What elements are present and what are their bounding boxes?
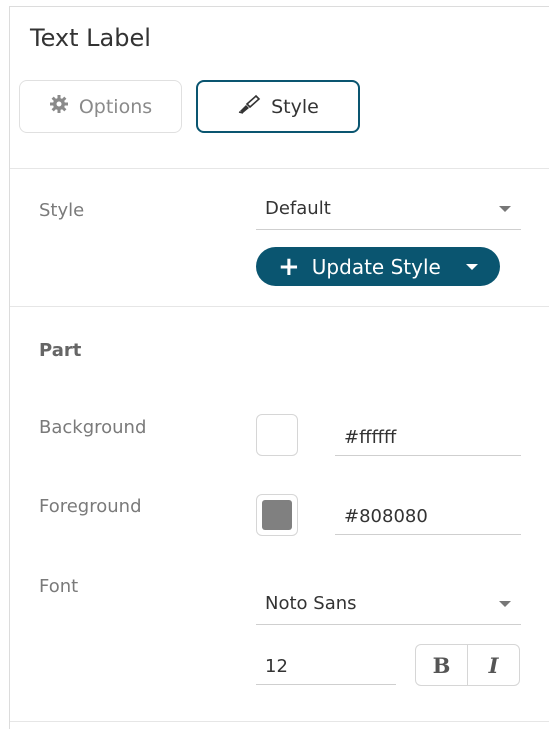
update-style-label: Update Style	[311, 254, 441, 279]
background-label: Background	[39, 417, 147, 438]
font-family-value: Noto Sans	[265, 593, 357, 614]
font-family-select[interactable]: Noto Sans	[256, 587, 521, 625]
style-select[interactable]: Default	[256, 192, 521, 230]
background-color-input[interactable]: #ffffff	[335, 418, 521, 456]
chevron-down-icon[interactable]	[466, 264, 478, 270]
background-color-swatch[interactable]	[256, 414, 298, 456]
part-heading: Part	[39, 340, 82, 361]
divider	[10, 721, 549, 722]
foreground-color-value: #808080	[344, 506, 428, 527]
plus-icon: +	[278, 251, 300, 282]
divider	[10, 306, 549, 307]
bold-toggle[interactable]: B	[416, 645, 468, 685]
properties-panel: Text Label Options Style Style Default +…	[9, 6, 549, 729]
gear-icon	[49, 94, 79, 119]
foreground-color-swatch[interactable]	[256, 494, 298, 536]
tab-options[interactable]: Options	[19, 80, 182, 133]
paint-brush-icon	[237, 94, 271, 119]
foreground-label: Foreground	[39, 496, 142, 517]
swatch-fill	[262, 500, 292, 530]
tab-style[interactable]: Style	[196, 80, 360, 133]
tab-style-label: Style	[271, 95, 319, 118]
chevron-down-icon	[499, 601, 511, 607]
divider	[10, 168, 549, 169]
style-label: Style	[39, 200, 85, 221]
italic-toggle[interactable]: I	[468, 645, 519, 685]
panel-title: Text Label	[30, 24, 151, 52]
font-label: Font	[39, 576, 79, 597]
swatch-fill	[262, 420, 292, 450]
chevron-down-icon	[499, 206, 511, 212]
style-select-value: Default	[265, 198, 331, 219]
foreground-color-input[interactable]: #808080	[335, 497, 521, 535]
tab-options-label: Options	[78, 95, 153, 118]
font-size-value: 12	[265, 656, 288, 677]
font-style-toggle-group: B I	[415, 644, 520, 686]
background-color-value: #ffffff	[344, 427, 397, 448]
update-style-button[interactable]: + Update Style	[256, 247, 500, 286]
font-size-input[interactable]: 12	[256, 647, 396, 685]
